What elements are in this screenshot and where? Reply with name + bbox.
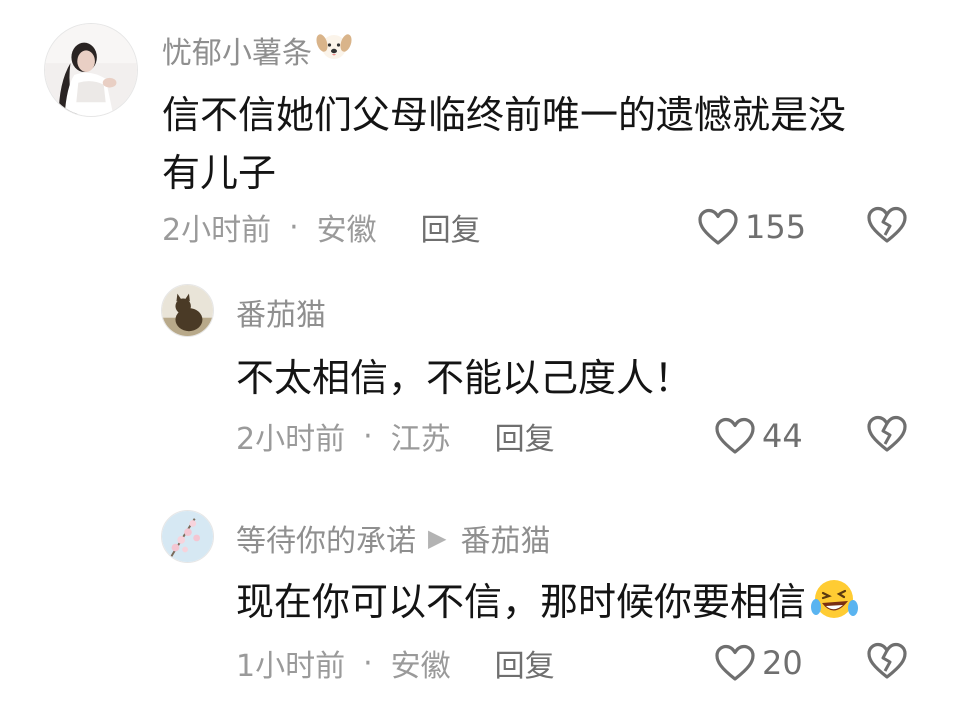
heart-icon — [697, 208, 739, 246]
reply-button[interactable]: 回复 — [495, 414, 555, 458]
username-text: 等待你的承诺 — [236, 524, 416, 559]
heart-icon — [714, 417, 756, 455]
timestamp: 2小时前 — [236, 422, 346, 457]
location: 江苏 — [390, 422, 451, 457]
dog-face-icon — [316, 30, 352, 70]
heart-icon — [714, 644, 756, 682]
location: 安徽 — [316, 213, 377, 248]
like-button[interactable]: 44 — [714, 414, 803, 458]
dislike-button[interactable] — [865, 641, 909, 683]
separator-dot: · — [289, 209, 299, 245]
separator-dot: · — [363, 418, 373, 454]
like-count: 20 — [762, 644, 803, 682]
broken-heart-icon — [867, 642, 907, 679]
like-button[interactable]: 155 — [697, 205, 806, 249]
timestamp: 2小时前 — [162, 213, 272, 248]
avatar-blossom-image — [162, 511, 213, 562]
comment-meta: 2小时前 · 安徽 回复 — [162, 205, 481, 249]
reply-button[interactable]: 回复 — [421, 205, 481, 249]
timestamp: 1小时前 — [236, 649, 346, 684]
username[interactable]: 番茄猫 — [236, 292, 326, 333]
broken-heart-icon — [867, 206, 907, 243]
avatar[interactable] — [44, 23, 138, 117]
avatar-cat-image — [162, 285, 213, 336]
location: 安徽 — [390, 649, 451, 684]
comment-text: 不太相信，不能以己度人！ — [236, 350, 692, 406]
comment-text: 信不信她们父母临终前唯一的遗憾就是没 有儿子 — [162, 86, 846, 202]
reply-arrow-icon: ▶ — [428, 524, 447, 552]
reply-button[interactable]: 回复 — [495, 641, 555, 685]
dislike-button[interactable] — [865, 205, 909, 247]
comment-meta: 1小时前 · 安徽 回复 — [236, 641, 555, 685]
separator-dot: · — [363, 645, 373, 681]
comment-meta: 2小时前 · 江苏 回复 — [236, 414, 555, 458]
broken-heart-icon — [867, 415, 907, 452]
comment-text-content: 现在你可以不信，那时候你要相信 — [236, 580, 807, 624]
comment-text-line: 有儿子 — [162, 151, 277, 195]
comment-text: 现在你可以不信，那时候你要相信 — [236, 574, 860, 636]
like-count: 155 — [745, 208, 807, 246]
username-text: 忧郁小薯条 — [162, 36, 312, 71]
username[interactable]: 等待你的承诺 ▶ 番茄猫 — [236, 516, 550, 560]
rolling-laughing-emoji-icon — [808, 577, 860, 636]
avatar[interactable] — [161, 284, 214, 337]
comment-text-line: 现在你可以不信，那时候你要相信 — [236, 574, 860, 636]
dislike-button[interactable] — [865, 414, 909, 456]
username-text: 番茄猫 — [236, 298, 326, 333]
comment-text-line: 信不信她们父母临终前唯一的遗憾就是没 — [162, 93, 847, 137]
comment-thread: 忧郁小薯条 信不信她们父母临终前唯一的遗憾就是没 有儿子 2小时前 · 安徽 回… — [0, 0, 960, 721]
comment-text-line: 不太相信，不能以己度人！ — [236, 356, 693, 400]
username[interactable]: 忧郁小薯条 — [162, 30, 352, 71]
like-button[interactable]: 20 — [714, 641, 803, 685]
avatar[interactable] — [161, 510, 214, 563]
reply-to-username[interactable]: 番茄猫 — [460, 516, 550, 560]
avatar-woman-image — [45, 24, 137, 116]
like-count: 44 — [762, 417, 803, 455]
